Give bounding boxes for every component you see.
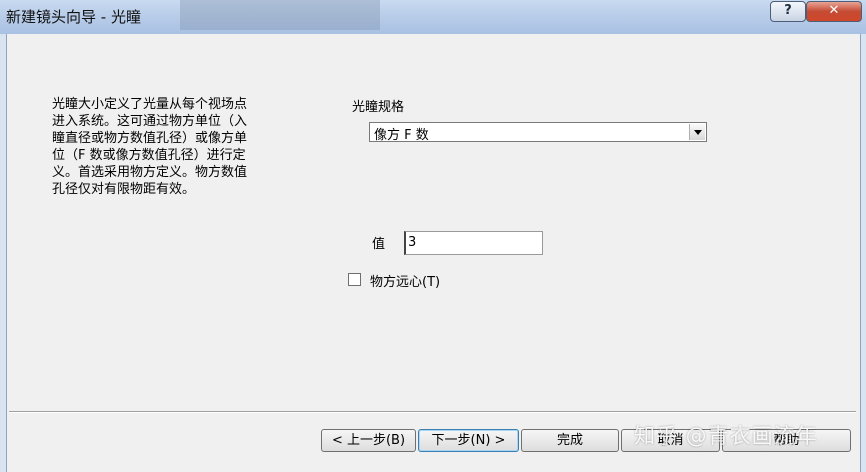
background-window-ghost <box>180 0 380 30</box>
pupil-spec-label: 光瞳规格 <box>352 100 405 115</box>
watermark: 知乎 @青衣画流年 <box>634 424 818 448</box>
close-icon: ✕ <box>828 3 840 18</box>
dialog-body: 光瞳大小定义了光量从每个视场点 进入系统。这可通过物方单位（入 瞳直径或物方数值… <box>6 34 861 472</box>
question-icon: ? <box>784 3 792 18</box>
title-bar: 新建镜头向导 - 光瞳 ? ✕ <box>0 0 866 34</box>
divider <box>9 411 856 413</box>
window-title: 新建镜头向导 - 光瞳 <box>6 8 141 26</box>
title-help-button[interactable]: ? <box>770 1 806 22</box>
back-button[interactable]: < 上一步(B) <box>321 429 416 452</box>
finish-button[interactable]: 完成 <box>521 429 619 452</box>
chevron-down-icon[interactable] <box>689 124 705 140</box>
value-label: 值 <box>372 237 386 252</box>
page-description: 光瞳大小定义了光量从每个视场点 进入系统。这可通过物方单位（入 瞳直径或物方数值… <box>52 97 248 197</box>
title-close-button[interactable]: ✕ <box>806 1 862 22</box>
object-telecentric-label[interactable]: 物方远心(T) <box>370 271 440 290</box>
pupil-spec-selected: 像方 F 数 <box>374 128 429 143</box>
value-input[interactable]: 3 <box>404 231 543 255</box>
object-telecentric-checkbox[interactable] <box>348 273 361 286</box>
next-button[interactable]: 下一步(N) > <box>418 429 519 452</box>
pupil-spec-dropdown[interactable]: 像方 F 数 <box>369 122 707 143</box>
